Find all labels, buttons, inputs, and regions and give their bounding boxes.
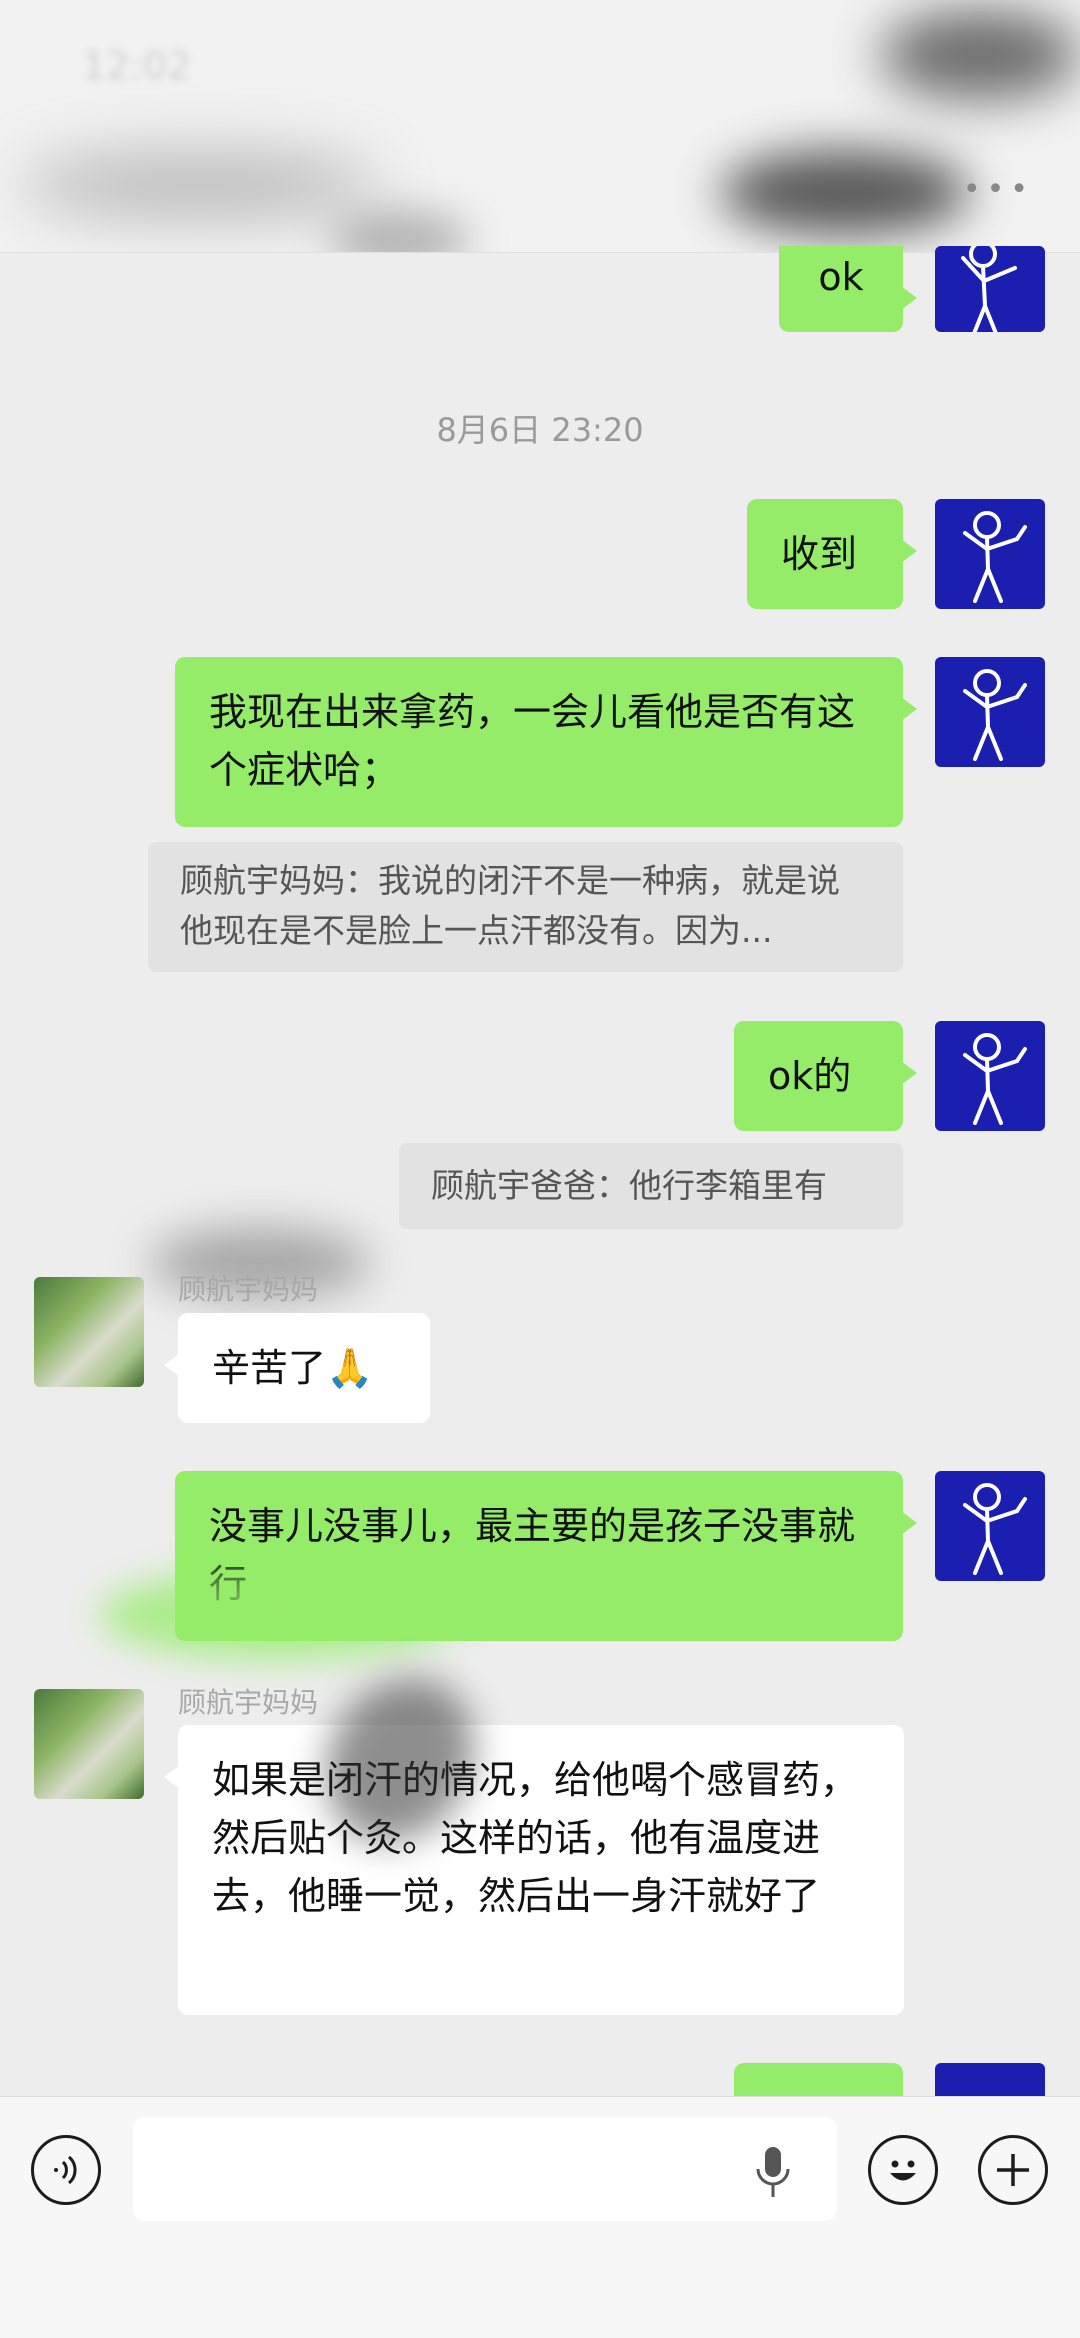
sender-name: 顾航宇妈妈 (178, 1273, 319, 1306)
chat-header: 12:02 ••• (0, 0, 1080, 253)
timestamp: 8月6日 23:20 (436, 411, 644, 449)
my-avatar-partial[interactable] (935, 2063, 1045, 2096)
my-avatar[interactable] (935, 1021, 1045, 1131)
my-avatar[interactable] (935, 246, 1045, 332)
more-options-icon[interactable]: ••• (963, 172, 1034, 207)
voice-toggle-icon (54, 2155, 77, 2185)
plus-icon (997, 2154, 1029, 2186)
my-avatar[interactable] (935, 499, 1045, 609)
redaction-blur (720, 150, 970, 235)
plus-button[interactable] (978, 2135, 1048, 2205)
message-bubble-outgoing[interactable]: ok (779, 246, 917, 332)
mic-icon[interactable] (753, 2145, 793, 2201)
my-avatar[interactable] (935, 1471, 1045, 1581)
sender-name: 顾航宇妈妈 (178, 1686, 319, 1719)
my-avatar[interactable] (935, 657, 1045, 767)
quoted-reply[interactable]: 顾航宇爸爸：他行李箱里有 (399, 1143, 903, 1229)
stick-figure-icon (961, 246, 1017, 332)
message-bubble-incoming[interactable]: 如果是闭汗的情况，给他喝个感冒药，然后贴个灸。这样的话，他有温度进去，他睡一觉，… (164, 1725, 904, 2015)
contact-avatar[interactable] (34, 1689, 144, 1799)
stick-figure-icon (963, 511, 1027, 603)
message-input[interactable] (133, 2117, 837, 2221)
message-bubble-outgoing[interactable]: 收到 (747, 499, 917, 609)
redaction-blur (330, 210, 470, 252)
message-bubble-outgoing[interactable]: ok的 (734, 1021, 917, 1131)
voice-toggle-button[interactable] (31, 2135, 101, 2205)
redaction-blur (100, 1570, 460, 1660)
emoji-icon (890, 2160, 916, 2181)
status-bar-time: 12:02 (82, 44, 192, 88)
redaction-blur (880, 10, 1080, 100)
message-bubble-partial[interactable] (734, 2063, 903, 2096)
emoji-button[interactable] (868, 2135, 938, 2205)
stick-figure-icon (963, 1483, 1027, 1575)
contact-avatar[interactable] (34, 1277, 144, 1387)
stick-figure-icon (963, 669, 1027, 761)
message-bubble-outgoing[interactable]: 我现在出来拿药，一会儿看他是否有这个症状哈； (175, 657, 917, 827)
redaction-blur (20, 150, 380, 220)
message-bubble-incoming[interactable]: 辛苦了🙏 (164, 1313, 430, 1423)
stick-figure-icon (963, 1033, 1027, 1125)
chat-input-bar (0, 2096, 1080, 2338)
quoted-reply[interactable]: 顾航宇妈妈：我说的闭汗不是一种病，就是说他现在是不是脸上一点汗都没有。因为... (148, 842, 903, 972)
